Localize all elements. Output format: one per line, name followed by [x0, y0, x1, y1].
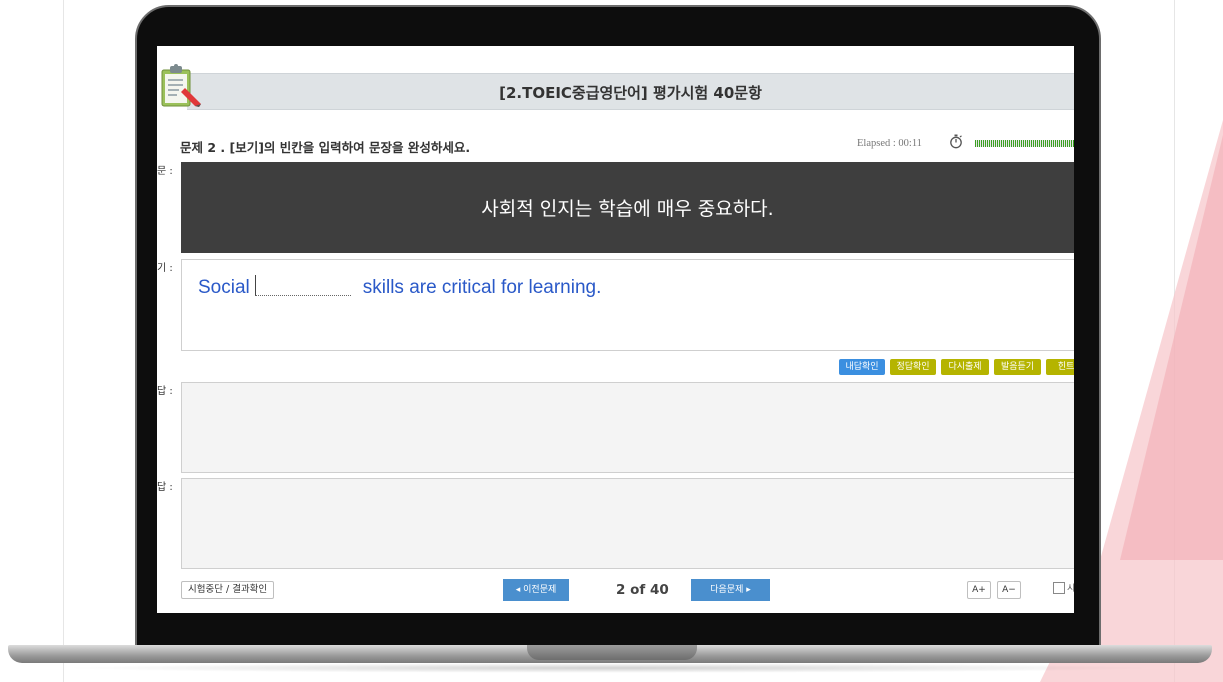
korean-sentence: 사회적 인지는 학습에 매우 중요하다. — [481, 198, 774, 220]
korean-sentence-panel: 사회적 인지는 학습에 매우 중요하다. — [181, 162, 1074, 253]
laptop-screen: [2.TOEIC중급영단어] 평가시험 40문항 문제 2 . [보기]의 빈칸… — [157, 46, 1074, 613]
listen-pronunciation-button[interactable]: 발음듣기 — [994, 359, 1041, 375]
previous-question-button[interactable]: ◂ 이전문제 — [503, 579, 569, 601]
page-title: [2.TOEIC중급영단어] 평가시험 40문항 — [499, 84, 762, 102]
laptop-shadow — [60, 663, 1160, 673]
show-correct-answer-button[interactable]: 정답확인 — [890, 359, 936, 375]
next-question-button[interactable]: 다음문제 ▸ — [691, 579, 770, 601]
clipboard-pencil-icon — [161, 64, 201, 107]
english-sentence: Social skills are critical for learning. — [198, 275, 601, 299]
english-sentence-start: Social — [198, 277, 250, 298]
side-label-correct-answer: 답 : — [157, 482, 173, 493]
page-indicator: 2 of 40 — [616, 582, 669, 598]
side-label-prompt: 문 : — [157, 166, 173, 177]
blank-answer-input[interactable] — [254, 275, 351, 296]
side-label-my-answer: 답 : — [157, 386, 173, 397]
font-decrease-button[interactable]: A− — [997, 581, 1021, 599]
stop-exam-button[interactable]: 시험중단 / 결과확인 — [181, 581, 275, 599]
title-bar: [2.TOEIC중급영단어] 평가시험 40문항 — [187, 73, 1074, 110]
laptop-notch — [527, 645, 697, 660]
retry-question-button[interactable]: 다시출제 — [941, 359, 989, 375]
option-checkbox[interactable] — [1053, 582, 1065, 594]
time-progress-bar — [975, 140, 1074, 147]
stopwatch-icon — [950, 134, 962, 149]
side-label-example: 기 : — [157, 263, 173, 274]
font-increase-button[interactable]: A+ — [967, 581, 991, 599]
question-instruction: 문제 2 . [보기]의 빈칸을 입력하여 문장을 완성하세요. — [180, 140, 471, 155]
checkbox-label: 시 — [1067, 584, 1074, 594]
my-answer-panel — [181, 382, 1074, 473]
correct-answer-panel — [181, 478, 1074, 569]
english-sentence-panel: Social skills are critical for learning. — [181, 259, 1074, 351]
elapsed-time: Elapsed : 00:11 — [857, 138, 922, 149]
english-sentence-end: skills are critical for learning. — [362, 277, 602, 298]
check-my-answer-button[interactable]: 내답확인 — [839, 359, 885, 375]
hint-button[interactable]: 힌트 — [1046, 359, 1074, 375]
